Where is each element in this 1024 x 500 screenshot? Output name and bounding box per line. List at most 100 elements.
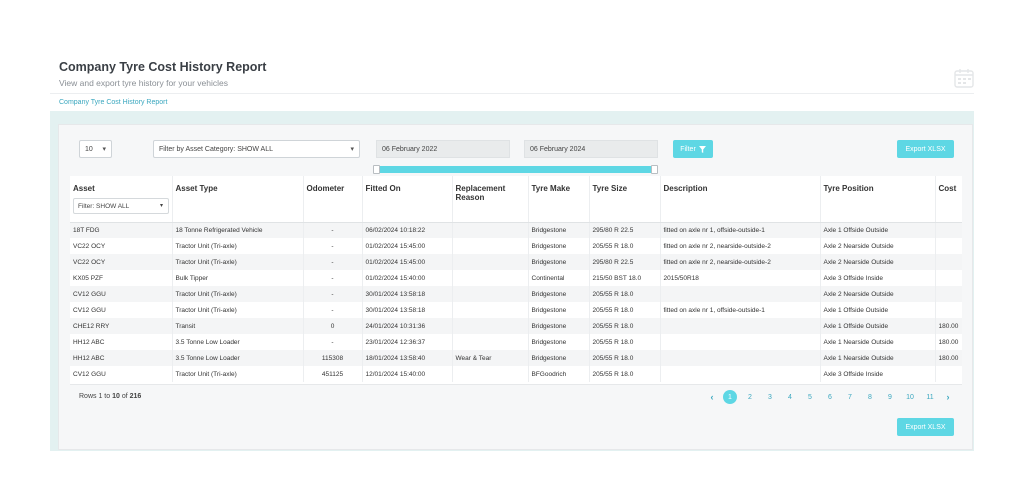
cell-description xyxy=(660,318,821,334)
page-10-button[interactable]: 10 xyxy=(900,390,920,404)
chevron-down-icon: ▾ xyxy=(102,146,106,153)
cell-asset: 18T FDG xyxy=(70,222,173,238)
cell-replacement-reason xyxy=(452,222,529,238)
page-size-select[interactable]: 10 ▾ xyxy=(79,140,112,158)
page-7-button[interactable]: 7 xyxy=(840,390,860,404)
start-date-input[interactable]: 06 February 2022 xyxy=(376,140,510,158)
export-button-label: Export XLSX xyxy=(905,145,946,153)
cell-tyre-size: 205/55 R 18.0 xyxy=(589,350,661,366)
page-1-button[interactable]: 1 xyxy=(723,390,737,404)
cell-replacement-reason xyxy=(452,302,529,318)
column-header-tyre-position[interactable]: Tyre Position xyxy=(820,176,936,223)
rows-info-prefix: Rows 1 to xyxy=(79,393,113,400)
cell-tyre-make: Bridgestone xyxy=(528,222,590,238)
export-button-label: Export XLSX xyxy=(905,423,946,431)
cell-description: fitted on axle nr 2, nearside-outside-2 xyxy=(660,254,821,270)
end-date-input[interactable]: 06 February 2024 xyxy=(524,140,658,158)
cell-odometer: - xyxy=(303,222,363,238)
page-4-button[interactable]: 4 xyxy=(780,390,800,404)
cell-tyre-position: Axle 1 Nearside Outside xyxy=(820,350,936,366)
table-row[interactable]: KX05 PZF Bulk Tipper -01/02/2024 15:40:00 C… xyxy=(70,270,962,286)
date-range-slider[interactable] xyxy=(373,165,658,174)
cell-tyre-position: Axle 2 Nearside Outside xyxy=(820,238,936,254)
cell-description: 2015/50R18 xyxy=(660,270,821,286)
cell-replacement-reason: Wear & Tear xyxy=(452,350,529,366)
cell-asset: CHE12 RRY xyxy=(70,318,173,334)
page-11-button[interactable]: 11 xyxy=(920,390,940,404)
table-row[interactable]: CV12 GGU Tractor Unit (Tri-axle) -30/01/20… xyxy=(70,302,962,318)
cell-replacement-reason xyxy=(452,286,529,302)
filter-button[interactable]: Filter xyxy=(673,140,713,158)
cell-tyre-position: Axle 2 Nearside Outside xyxy=(820,254,936,270)
export-xlsx-button-bottom[interactable]: Export XLSX xyxy=(897,418,954,436)
cell-asset: VC22 OCY xyxy=(70,238,173,254)
cell-replacement-reason xyxy=(452,318,529,334)
cell-asset-type: Tractor Unit (Tri-axle) xyxy=(172,254,304,270)
cell-asset-type: 18 Tonne Refrigerated Vehicle xyxy=(172,222,304,238)
page-8-button[interactable]: 8 xyxy=(860,390,880,404)
category-filter-select[interactable]: Filter by Asset Category: SHOW ALL ▾ xyxy=(153,140,360,158)
cell-fitted-on: 23/01/2024 12:36:37 xyxy=(362,334,453,350)
table-row[interactable]: VC22 OCY Tractor Unit (Tri-axle) -01/02/20… xyxy=(70,238,962,254)
table-row[interactable]: CV12 GGU Tractor Unit (Tri-axle) -30/01/20… xyxy=(70,286,962,302)
column-header-odometer[interactable]: Odometer xyxy=(303,176,363,223)
column-header-cost[interactable]: Cost xyxy=(935,176,962,223)
column-header-fitted-on[interactable]: Fitted On xyxy=(362,176,453,223)
cell-odometer: - xyxy=(303,286,363,302)
cell-asset-type: Bulk Tipper xyxy=(172,270,304,286)
cell-tyre-make: Bridgestone xyxy=(528,286,590,302)
asset-filter-select[interactable]: Filter: SHOW ALL ▾ xyxy=(73,198,169,214)
previous-page-button[interactable]: ‹ xyxy=(704,392,720,402)
rows-shown: 10 xyxy=(112,393,120,400)
cell-replacement-reason xyxy=(452,238,529,254)
column-header-tyre-size[interactable]: Tyre Size xyxy=(589,176,661,223)
table-row[interactable]: VC22 OCY Tractor Unit (Tri-axle) -01/02/20… xyxy=(70,254,962,270)
page-9-button[interactable]: 9 xyxy=(880,390,900,404)
page-6-button[interactable]: 6 xyxy=(820,390,840,404)
chevron-down-icon: ▾ xyxy=(350,146,354,153)
cell-cost: 180.00 xyxy=(938,338,959,346)
cell-odometer: - xyxy=(303,302,363,318)
column-header-asset-type[interactable]: Asset Type xyxy=(172,176,304,223)
cell-tyre-size: 295/80 R 22.5 xyxy=(589,254,661,270)
cell-tyre-size: 205/55 R 18.0 xyxy=(589,286,661,302)
table-row[interactable]: CV12 GGU Tractor Unit (Tri-axle) 451125 12/… xyxy=(70,366,962,382)
page-header: Company Tyre Cost History Report View an… xyxy=(59,60,266,88)
cell-asset-type: Tractor Unit (Tri-axle) xyxy=(172,366,304,382)
column-header-replacement-reason[interactable]: Replacement Reason xyxy=(452,176,529,223)
cell-odometer: 451125 xyxy=(303,366,363,382)
cell-odometer: - xyxy=(303,238,363,254)
cell-tyre-make: Bridgestone xyxy=(528,318,590,334)
slider-end-handle[interactable] xyxy=(651,165,658,174)
table-row[interactable]: CHE12 RRY Transit 0 24/01/2024 10:31:36 Brid… xyxy=(70,318,962,334)
table-row[interactable]: HH12 ABC 3.5 Tonne Low Loader -23/01/2024 … xyxy=(70,334,962,350)
rows-total: 216 xyxy=(129,393,142,400)
page-2-button[interactable]: 2 xyxy=(740,390,760,404)
cell-odometer: - xyxy=(303,254,363,270)
export-xlsx-button-top[interactable]: Export XLSX xyxy=(897,140,954,158)
calendar-icon[interactable] xyxy=(954,68,974,88)
column-header-tyre-make[interactable]: Tyre Make xyxy=(528,176,590,223)
chevron-down-icon: ▾ xyxy=(159,203,163,209)
cell-asset-type: Tractor Unit (Tri-axle) xyxy=(172,238,304,254)
column-header-asset[interactable]: Asset Filter: SHOW ALL ▾ xyxy=(70,176,173,223)
cell-fitted-on: 18/01/2024 13:58:40 xyxy=(362,350,453,366)
cell-cost xyxy=(935,238,962,254)
cell-tyre-size: 205/55 R 18.0 xyxy=(589,238,661,254)
cell-replacement-reason xyxy=(452,334,529,350)
cell-cost xyxy=(935,302,962,318)
page-5-button[interactable]: 5 xyxy=(800,390,820,404)
slider-start-handle[interactable] xyxy=(373,165,380,174)
page-size-value: 10 xyxy=(85,145,93,153)
cell-description xyxy=(660,350,821,366)
next-page-button[interactable]: › xyxy=(940,392,956,402)
cell-fitted-on: 01/02/2024 15:40:00 xyxy=(362,270,453,286)
page-3-button[interactable]: 3 xyxy=(760,390,780,404)
cell-fitted-on: 30/01/2024 13:58:18 xyxy=(362,286,453,302)
column-header-description[interactable]: Description xyxy=(660,176,821,223)
table-row[interactable]: HH12 ABC 3.5 Tonne Low Loader 115308 18/01/… xyxy=(70,350,962,366)
cell-description xyxy=(660,286,821,302)
breadcrumb[interactable]: Company Tyre Cost History Report xyxy=(59,99,167,106)
cell-replacement-reason xyxy=(452,270,529,286)
table-row[interactable]: 18T FDG 18 Tonne Refrigerated Vehicle -06/… xyxy=(70,222,962,238)
